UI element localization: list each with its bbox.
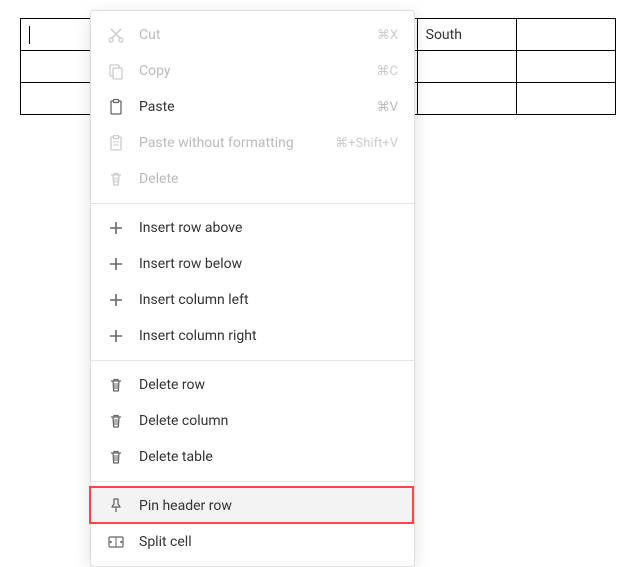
trash-icon [107, 170, 125, 188]
menu-item-label: Insert row above [139, 220, 398, 236]
menu-item-label: Delete row [139, 377, 398, 393]
plus-icon [107, 291, 125, 309]
menu-item-label: Paste without formatting [139, 135, 327, 151]
menu-item-insert-row-above[interactable]: Insert row above [91, 210, 414, 246]
menu-item-paste[interactable]: Paste ⌘V [91, 89, 414, 125]
menu-item-insert-row-below[interactable]: Insert row below [91, 246, 414, 282]
menu-item-delete: Delete [91, 161, 414, 197]
menu-item-shortcut: ⌘+Shift+V [335, 136, 398, 151]
menu-item-shortcut: ⌘X [377, 28, 398, 43]
menu-item-insert-col-left[interactable]: Insert column left [91, 282, 414, 318]
menu-item-label: Insert column left [139, 292, 398, 308]
menu-separator [91, 360, 414, 361]
menu-item-label: Delete table [139, 449, 398, 465]
menu-item-delete-column[interactable]: Delete column [91, 403, 414, 439]
menu-item-paste-plain: Paste without formatting ⌘+Shift+V [91, 125, 414, 161]
plus-icon [107, 219, 125, 237]
table-cell[interactable] [516, 51, 615, 83]
menu-item-cut: Cut ⌘X [91, 17, 414, 53]
menu-item-label: Delete [139, 171, 398, 187]
table-cell[interactable] [417, 83, 516, 115]
plus-icon [107, 255, 125, 273]
table-cell[interactable] [516, 83, 615, 115]
menu-item-split-cell[interactable]: Split cell [91, 524, 414, 560]
menu-item-label: Delete column [139, 413, 398, 429]
menu-item-label: Cut [139, 27, 369, 43]
menu-item-label: Insert row below [139, 256, 398, 272]
menu-item-delete-table[interactable]: Delete table [91, 439, 414, 475]
trash-icon [107, 412, 125, 430]
paste-icon [107, 98, 125, 116]
cut-icon [107, 26, 125, 44]
menu-separator [91, 203, 414, 204]
text-cursor [29, 26, 30, 44]
context-menu: Cut ⌘X Copy ⌘C Paste ⌘V Paste without formatti… [90, 10, 415, 567]
menu-item-copy: Copy ⌘C [91, 53, 414, 89]
pin-icon [107, 497, 125, 515]
menu-item-label: Copy [139, 63, 369, 79]
menu-item-label: Split cell [139, 534, 398, 550]
menu-item-pin-header-row[interactable]: Pin header row [91, 488, 414, 524]
menu-item-insert-col-right[interactable]: Insert column right [91, 318, 414, 354]
trash-icon [107, 376, 125, 394]
split-icon [107, 533, 125, 551]
plus-icon [107, 327, 125, 345]
menu-item-shortcut: ⌘V [377, 100, 398, 115]
trash-icon [107, 448, 125, 466]
table-cell[interactable] [516, 19, 615, 51]
copy-icon [107, 62, 125, 80]
menu-item-delete-row[interactable]: Delete row [91, 367, 414, 403]
table-cell[interactable]: South [417, 19, 516, 51]
menu-item-label: Insert column right [139, 328, 398, 344]
menu-item-shortcut: ⌘C [377, 64, 398, 79]
menu-item-label: Paste [139, 99, 369, 115]
paste-plain-icon [107, 134, 125, 152]
table-cell[interactable] [417, 51, 516, 83]
menu-separator [91, 481, 414, 482]
